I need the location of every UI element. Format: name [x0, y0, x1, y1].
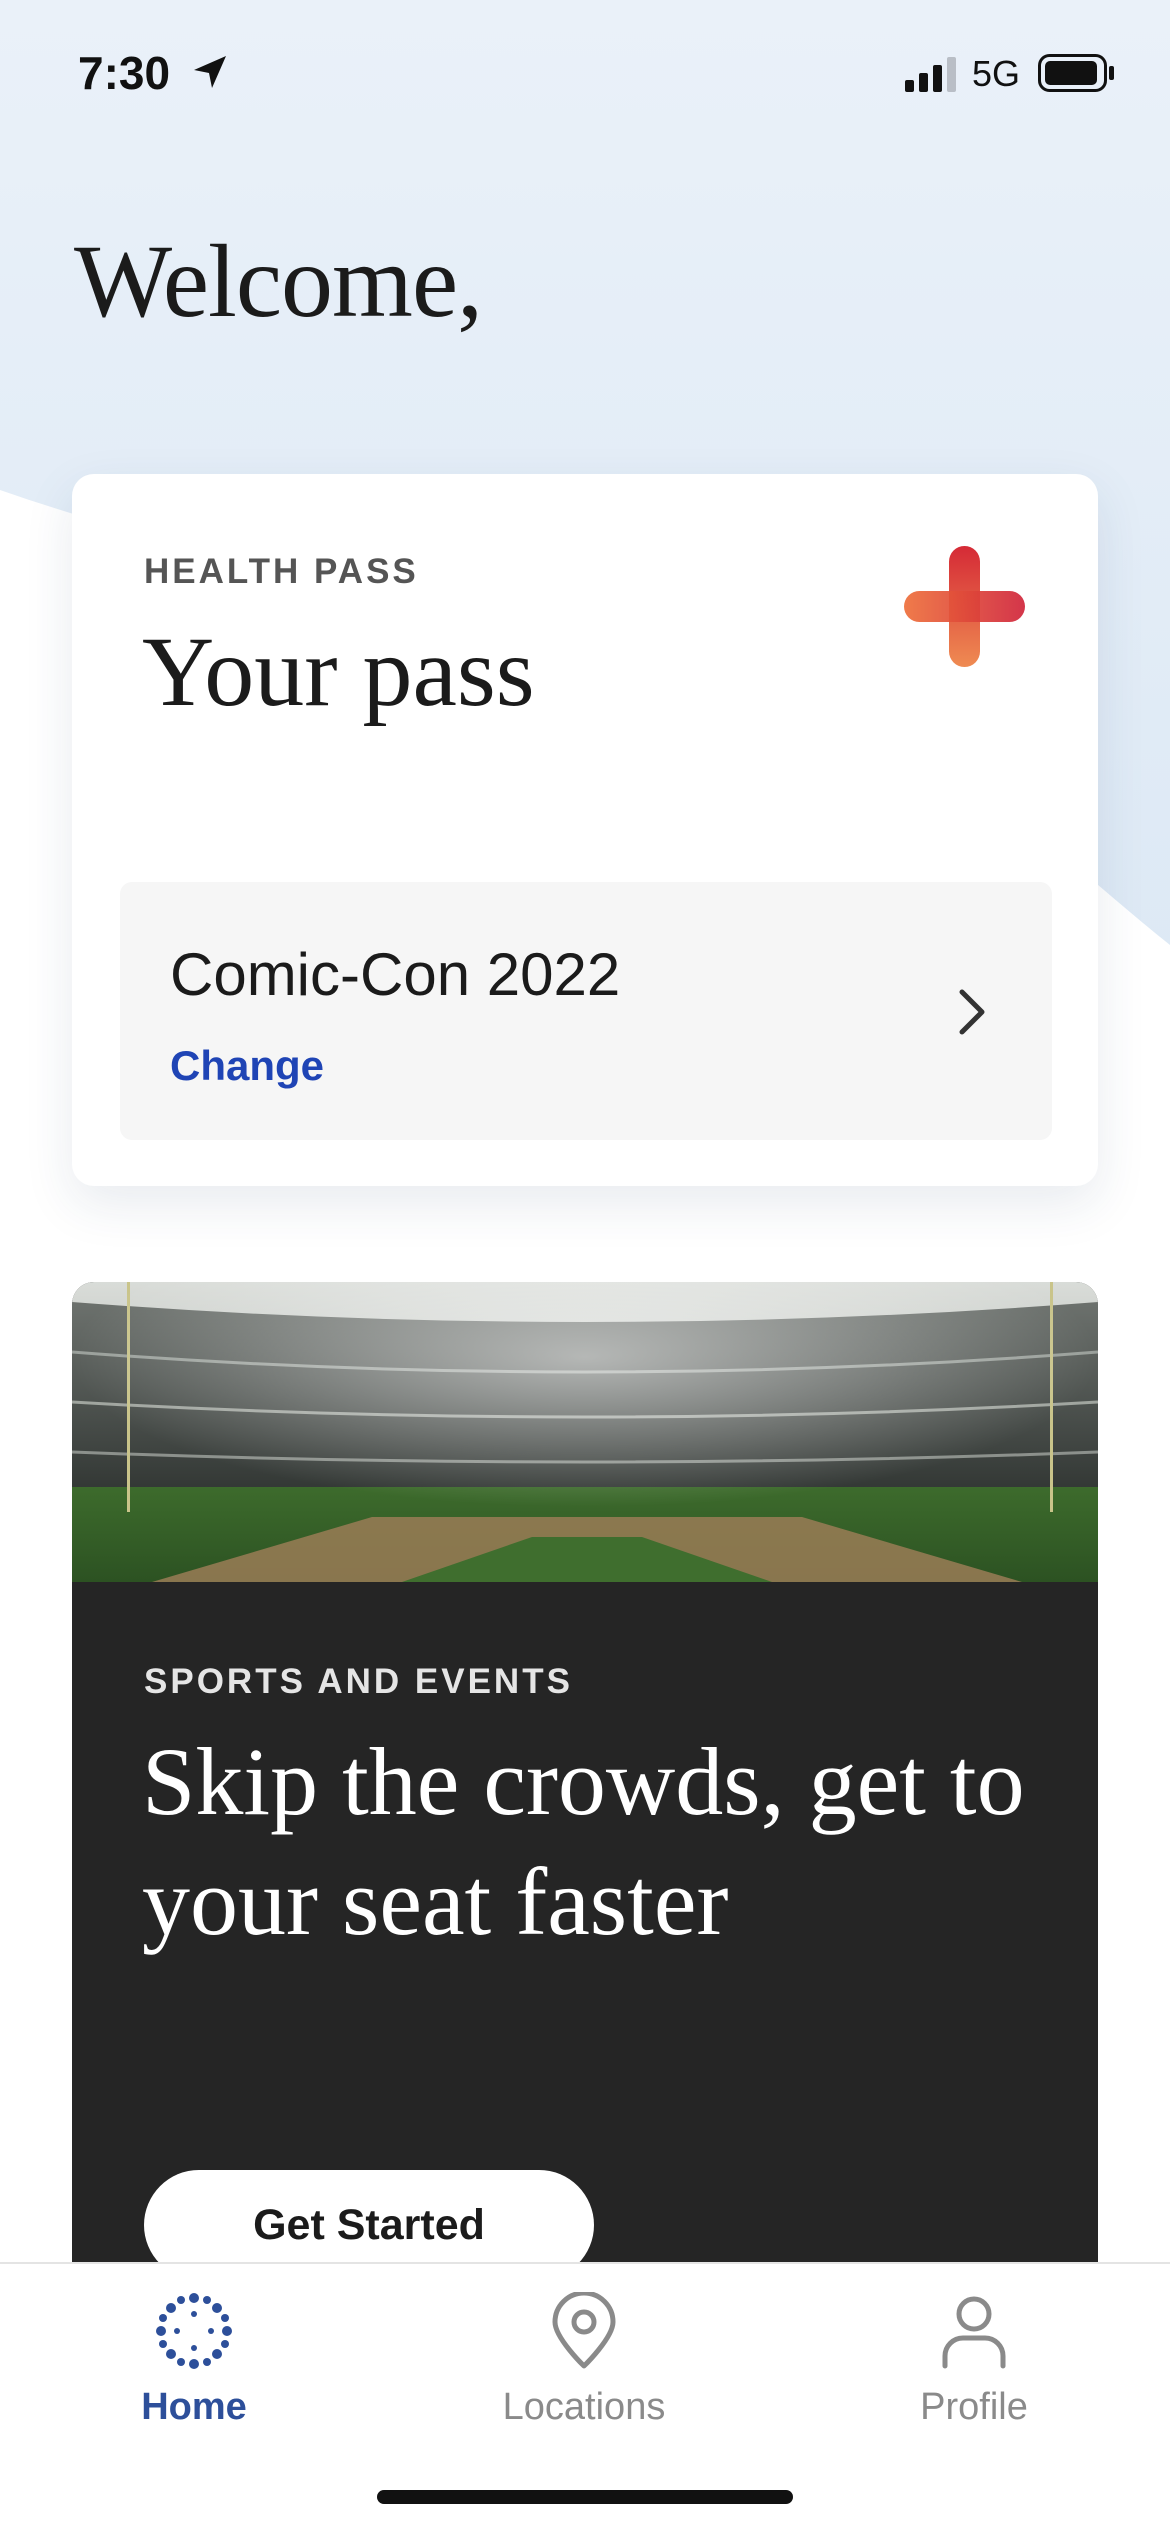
sports-events-promo-card: SPORTS AND EVENTS Skip the crowds, get t… — [72, 1282, 1098, 2402]
network-type: 5G — [972, 53, 1021, 94]
health-pass-card: HEALTH PASS Your pass Comic-Con 2022 Cha… — [72, 474, 1098, 1186]
location-pin-icon — [552, 2292, 616, 2369]
promo-title: Skip the crowds, get to your seat faster — [142, 1728, 1025, 1955]
chevron-right-icon — [959, 989, 985, 1035]
tab-locations[interactable]: Locations — [444, 2284, 724, 2484]
change-event-link[interactable]: Change — [170, 1042, 324, 1090]
stadium-image — [72, 1282, 1098, 1582]
location-arrow-icon — [194, 56, 226, 88]
promo-eyebrow: SPORTS AND EVENTS — [144, 1662, 573, 1701]
tab-home-label: Home — [141, 2386, 247, 2428]
health-pass-eyebrow: HEALTH PASS — [144, 552, 419, 591]
home-indicator — [377, 2490, 793, 2504]
event-name: Comic-Con 2022 — [170, 941, 621, 1008]
tab-home[interactable]: Home — [54, 2284, 334, 2484]
profile-icon — [942, 2296, 1006, 2369]
tab-profile[interactable]: Profile — [834, 2284, 1114, 2484]
tab-profile-label: Profile — [920, 2386, 1028, 2428]
cellular-signal-icon — [905, 57, 956, 92]
pass-title: Your pass — [142, 616, 535, 727]
tab-locations-label: Locations — [502, 2386, 666, 2428]
welcome-heading: Welcome, — [74, 224, 483, 339]
status-bar: 7:30 5G — [0, 0, 1170, 150]
event-selector[interactable]: Comic-Con 2022 Change — [120, 882, 1052, 1140]
battery-icon — [1038, 54, 1114, 92]
health-plus-icon — [904, 546, 1025, 667]
home-dots-icon — [156, 2293, 232, 2369]
status-time: 7:30 — [78, 47, 171, 99]
